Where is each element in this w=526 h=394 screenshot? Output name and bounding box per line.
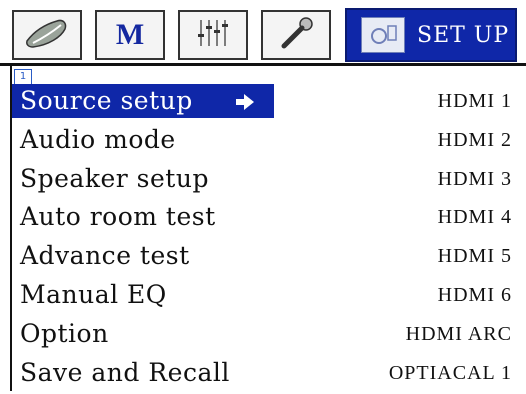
m-icon: M [115, 18, 145, 51]
menu-item-value: HDMI 5 [437, 245, 512, 268]
tab-source[interactable] [12, 10, 82, 60]
menu-item-auto-room-test[interactable]: Auto room test HDMI 4 [12, 200, 526, 239]
menu-item-audio-mode[interactable]: Audio mode HDMI 2 [12, 123, 526, 162]
setup-icon [361, 17, 405, 53]
setup-menu: Source setup HDMI 1 Audio mode HDMI 2 Sp… [12, 84, 526, 394]
menu-item-value: HDMI 4 [437, 206, 512, 229]
tab-setup[interactable]: SET UP [345, 8, 517, 62]
menu-item-save-and-recall[interactable]: Save and Recall OPTIACAL 1 [12, 356, 526, 394]
menu-item-label: Speaker setup [20, 163, 209, 193]
menu-item-label: Manual EQ [20, 279, 167, 309]
menu-item-advance-test[interactable]: Advance test HDMI 5 [12, 239, 526, 278]
menu-item-value: HDMI 3 [437, 167, 512, 190]
tab-mode[interactable]: M [95, 10, 165, 60]
menu-item-value: HDMI 2 [437, 128, 512, 151]
tab-mic[interactable] [261, 10, 331, 60]
menu-item-manual-eq[interactable]: Manual EQ HDMI 6 [12, 278, 526, 317]
menu-item-label: Source setup [20, 86, 193, 115]
tab-setup-label: SET UP [417, 22, 510, 48]
menu-item-label: Advance test [20, 241, 190, 271]
menu-item-source-setup[interactable]: Source setup HDMI 1 [12, 84, 526, 123]
menu-item-value: HDMI ARC [405, 322, 512, 345]
tab-bar: M SET UP [0, 0, 526, 66]
menu-item-value: HDMI 6 [437, 283, 512, 306]
menu-item-value: OPTIACAL 1 [388, 361, 512, 384]
menu-item-option[interactable]: Option HDMI ARC [12, 317, 526, 356]
sliders-icon [193, 16, 233, 54]
menu-item-label: Option [20, 318, 109, 348]
menu-item-label: Audio mode [20, 124, 176, 154]
menu-item-value: HDMI 1 [437, 90, 512, 112]
microphone-icon [276, 15, 316, 55]
arrow-right-icon [235, 93, 255, 115]
menu-item-label: Save and Recall [20, 357, 230, 387]
tab-equalizer[interactable] [178, 10, 248, 60]
shoe-icon [23, 15, 71, 55]
menu-item-speaker-setup[interactable]: Speaker setup HDMI 3 [12, 162, 526, 201]
menu-item-label: Auto room test [20, 202, 216, 232]
page-number-badge: 1 [14, 69, 32, 85]
